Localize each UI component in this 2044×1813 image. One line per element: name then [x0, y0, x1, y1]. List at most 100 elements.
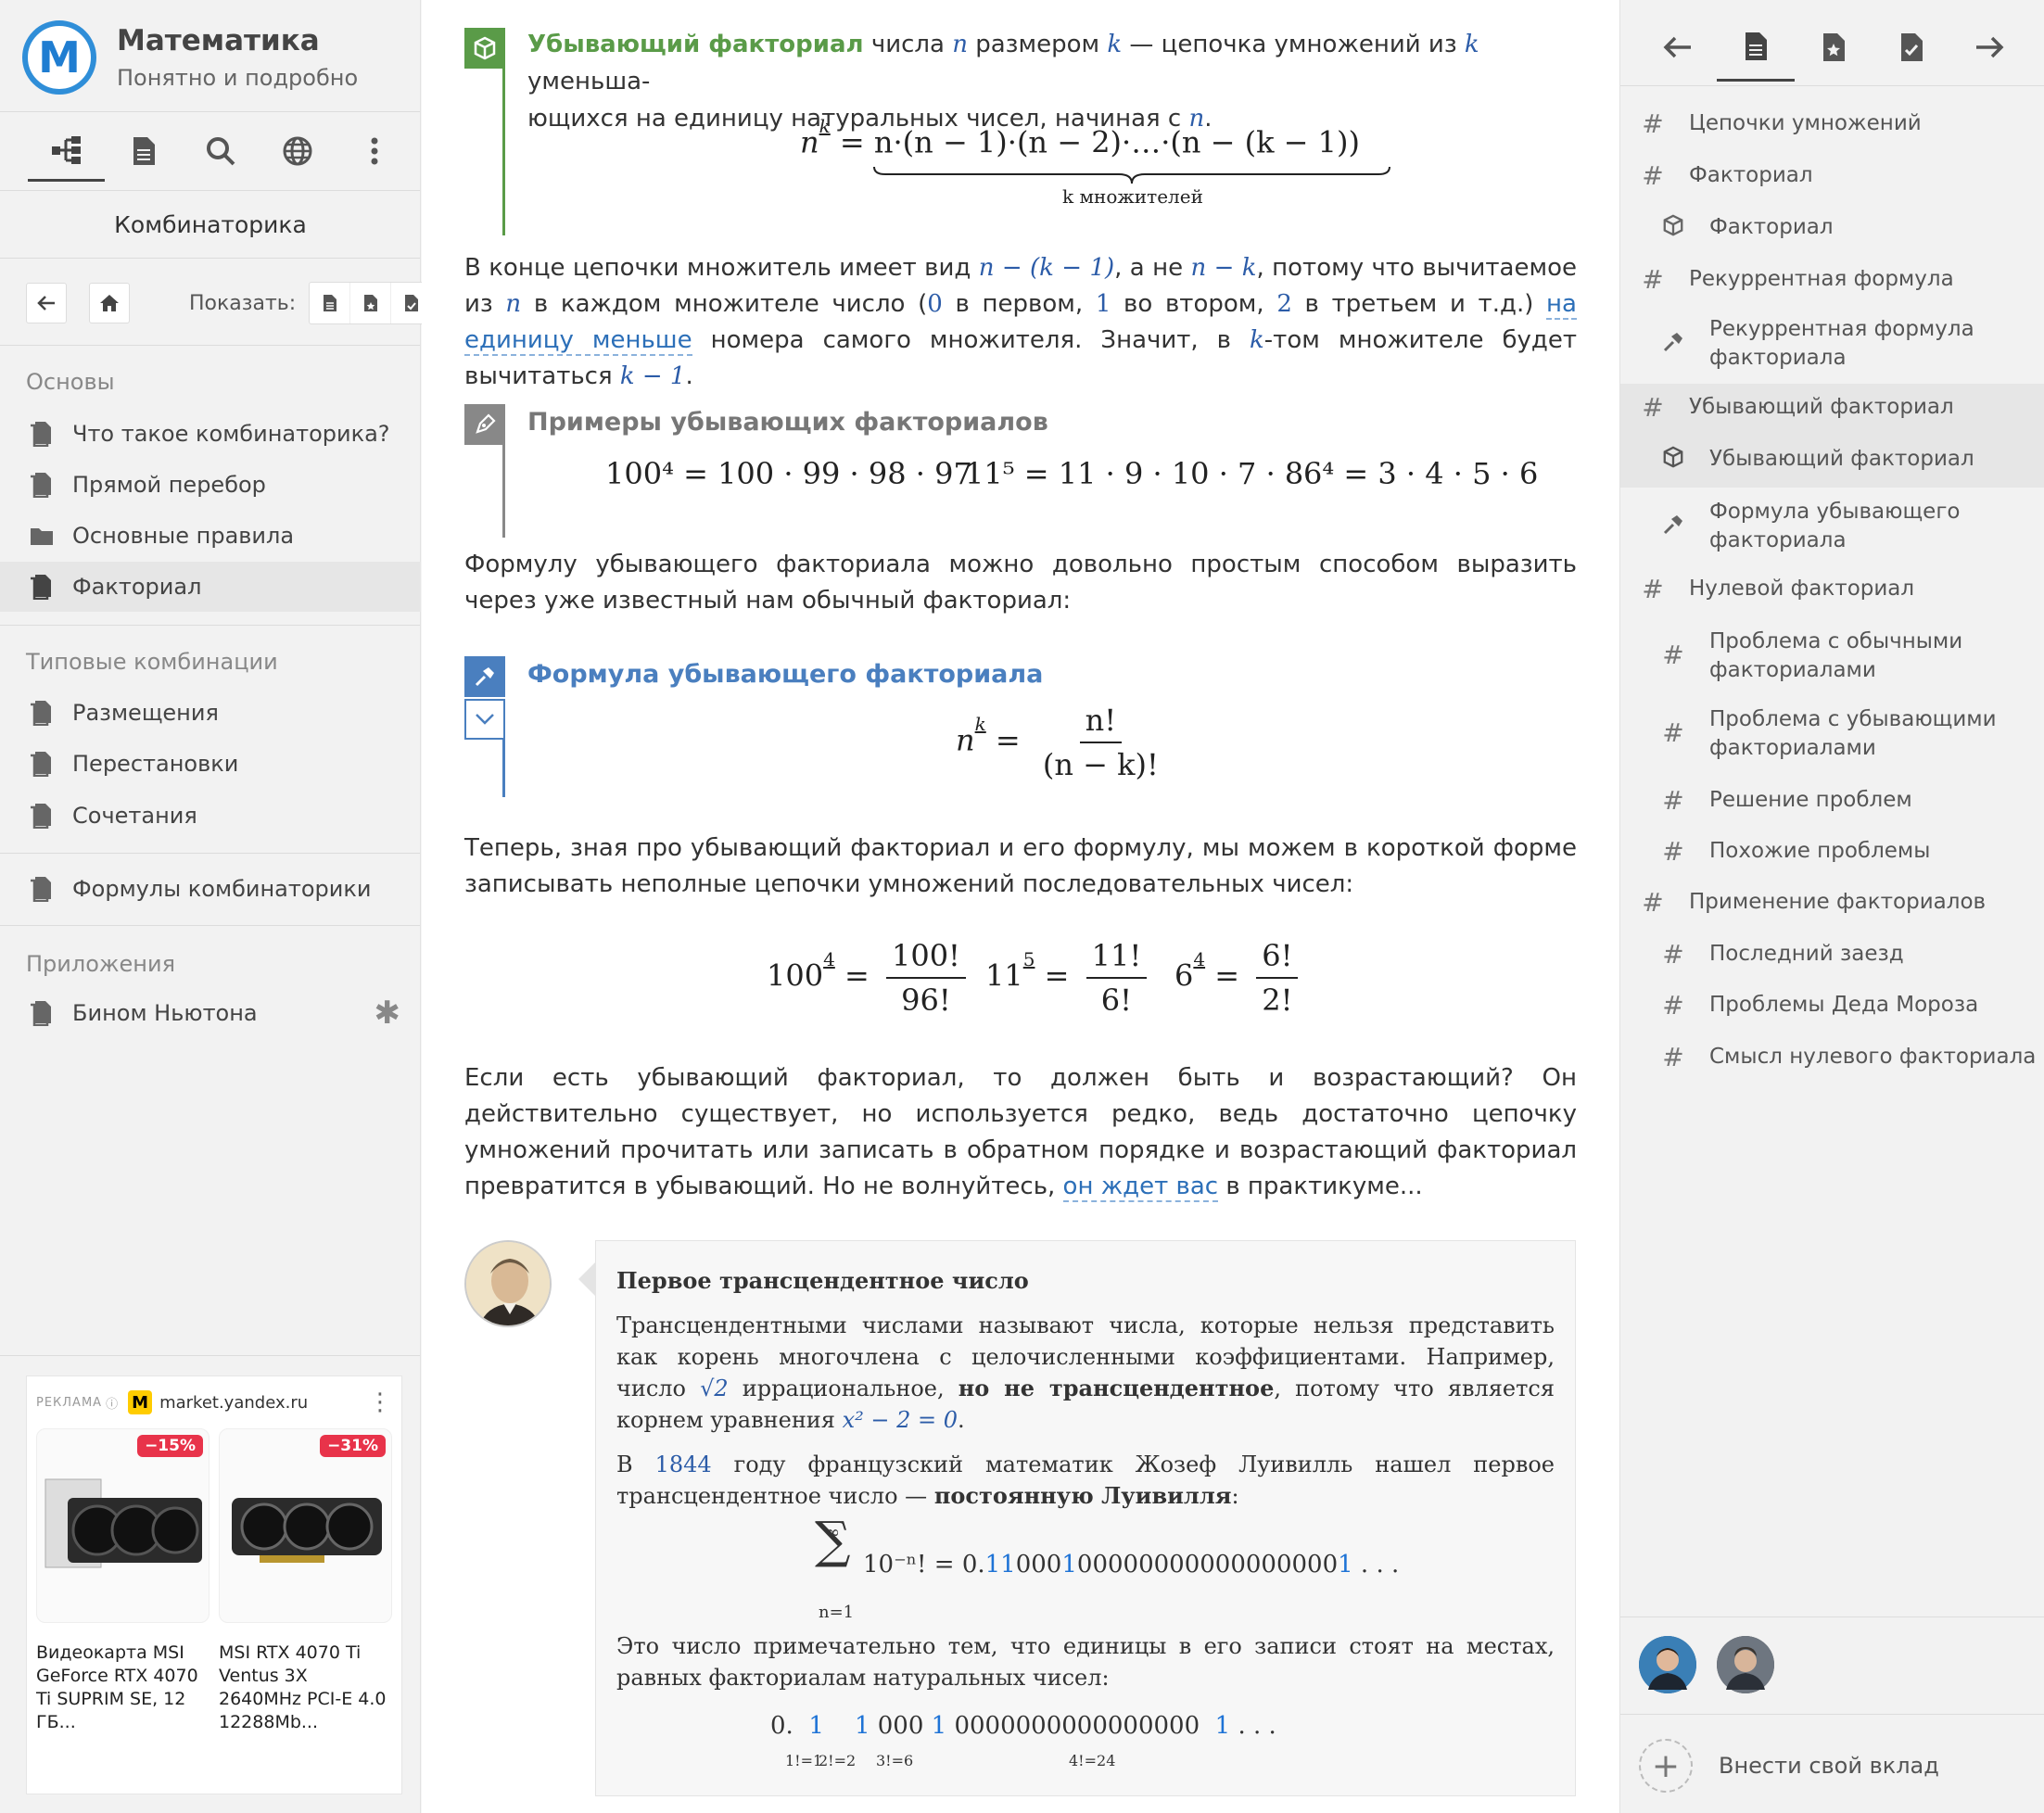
toc-item[interactable]: # Применение факториалов [1620, 888, 2044, 925]
tree-icon[interactable] [28, 120, 105, 182]
hash-icon: # [1662, 717, 1684, 748]
back-button[interactable] [26, 283, 67, 323]
group-title-prilozheniya: Приложения [26, 951, 176, 977]
section-title: Комбинаторика [114, 211, 307, 238]
ad-site[interactable]: market.yandex.ru [159, 1393, 308, 1413]
cube-icon [1659, 213, 1687, 242]
falling-factorial-fraction: nk = n! (n − k)! [956, 703, 1159, 782]
paragraph-4: Если есть убывающий факториал, то должен… [464, 1064, 1577, 1202]
examples-title: Примеры убывающих факториалов [527, 408, 1048, 437]
ad-card[interactable]: −31% MSI RTX 4070 Ti Ventus 3X 2640MHz P… [219, 1428, 392, 1734]
liouville-constant: ∞ ∑ n=1 10⁻ⁿ! = 0.1100010000000000000000… [815, 1511, 1400, 1623]
fraction-example-2: 115 = 11! 6! [985, 938, 1154, 1018]
sidebar-item-sochetaniya[interactable]: Сочетания [0, 791, 421, 841]
discount-badge: −15% [137, 1435, 203, 1457]
note-paragraph-2: В 1844 году французский математик Жозеф … [616, 1452, 1555, 1509]
pages-icon [30, 803, 54, 829]
toc-item-active[interactable]: # Убывающий факториал [1620, 384, 2044, 436]
ad-card[interactable]: −15% Видеокарта MSI GeForce RTX 4070 Ti … [36, 1428, 209, 1734]
document-icon[interactable] [1717, 13, 1795, 82]
pages-icon [30, 421, 54, 447]
toc-item[interactable]: Рекуррентная формула факториала [1620, 315, 2044, 380]
paragraph-1: В конце цепочки множитель имеет вид n − … [464, 254, 1578, 390]
sidebar-item-formuly[interactable]: Формулы комбинаторики [0, 864, 421, 914]
pages-icon [30, 574, 54, 600]
toc-item[interactable]: # Последний заезд [1620, 940, 2044, 977]
main-content: Убывающий факториал числа n размером k —… [422, 0, 1619, 1813]
group-title-tipovye: Типовые комбинации [26, 649, 278, 675]
example-3: 6⁴ = 3 · 4 · 5 · 6 [1303, 456, 1539, 491]
factorial-positions: 0. 1 1 000 1 0000000000000000 1 . . . 1!… [770, 1712, 1276, 1769]
filter-article-icon[interactable] [310, 283, 351, 323]
brand[interactable]: M Математика Понятно и подробно [22, 20, 358, 95]
left-nav [28, 120, 413, 182]
pages-icon [30, 700, 54, 726]
arrow-left-icon[interactable] [1639, 13, 1717, 82]
document-icon[interactable] [105, 120, 182, 182]
sidebar-item-direct-search[interactable]: Прямой перебор [0, 460, 421, 510]
pages-icon [30, 1000, 54, 1026]
contributors [1620, 1616, 2044, 1715]
sidebar-item-main-rules[interactable]: Основные правила [0, 511, 421, 561]
globe-icon[interactable] [259, 120, 336, 182]
pen-icon [464, 404, 505, 445]
note-title: Первое трансцендентное число [616, 1267, 1029, 1294]
avatar[interactable] [1717, 1636, 1774, 1693]
toc-item-active[interactable]: Убывающий факториал [1620, 436, 2044, 488]
avatar[interactable] [1639, 1636, 1696, 1693]
group-title-osnovy: Основы [26, 369, 115, 395]
toc-item[interactable]: # Проблемы Деда Мороза [1620, 991, 2044, 1028]
left-sidebar: M Математика Понятно и подробно Комбинат… [0, 0, 434, 1813]
toc-item[interactable]: # Нулевой факториал [1620, 575, 2044, 612]
hash-icon: # [1642, 887, 1664, 918]
toc-item[interactable]: # Цепочки умножений [1620, 109, 2044, 146]
example-1: 100⁴ = 100 · 99 · 98 · 97 [605, 456, 972, 491]
toc-item[interactable]: # Проблема с убывающими факториалами [1620, 705, 2044, 770]
toc-item[interactable]: Формула убывающего факториала [1620, 498, 2044, 563]
cube-icon [1659, 445, 1687, 474]
chevron-down-icon[interactable] [464, 699, 505, 740]
ad-block[interactable]: РЕКЛАМА ⓘ Mmarket.yandex.ru ⋮ −15% Видео… [26, 1376, 402, 1794]
falling-factorial-formula: nk = n·(n − 1)·(n − 2)·…·(n − (k − 1)) [800, 115, 1360, 160]
sidebar-item-what-is[interactable]: Что такое комбинаторика? [0, 409, 421, 459]
toc-item[interactable]: # Похожие проблемы [1620, 837, 2044, 874]
toc-item[interactable]: # Факториал [1620, 161, 2044, 198]
discount-badge: −31% [320, 1435, 386, 1457]
toc-item[interactable]: # Смысл нулевого факториала [1620, 1043, 2044, 1080]
arrow-right-icon[interactable] [1950, 13, 2028, 82]
ad-menu-icon[interactable]: ⋮ [368, 1388, 392, 1416]
toc-item[interactable]: Факториал [1620, 213, 2044, 250]
sidebar-item-factorial[interactable]: Факториал [0, 562, 421, 612]
market-logo-icon: M [128, 1390, 153, 1414]
brace-label: k множителей [1062, 185, 1203, 208]
hash-icon: # [1642, 392, 1664, 423]
toc-item[interactable]: # Решение проблем [1620, 786, 2044, 823]
sidebar-item-binom[interactable]: Бином Ньютона ✱ [0, 988, 421, 1038]
hash-icon: # [1662, 836, 1684, 867]
home-button[interactable] [89, 283, 130, 323]
toc-item[interactable]: # Проблема с обычными факториалами [1620, 628, 2044, 692]
sidebar-item-perestanovki[interactable]: Перестановки [0, 739, 421, 789]
fraction-example-3: 64 = 6! 2! [1174, 938, 1305, 1018]
document-star-icon[interactable] [1795, 13, 1873, 82]
definition-text: Убывающий факториал числа n размером k —… [527, 31, 1479, 133]
hash-icon: # [1662, 939, 1684, 970]
definition-block: Убывающий факториал числа n размером k —… [464, 26, 1577, 235]
more-vertical-icon[interactable] [336, 120, 413, 182]
formula-block: Формула убывающего факториала nk = n! (n … [464, 656, 1577, 797]
contribute-button[interactable]: + Внести свой вклад [1639, 1739, 1939, 1793]
toc-item[interactable]: # Рекуррентная формула [1620, 265, 2044, 302]
hash-icon: # [1642, 160, 1664, 191]
underbrace [873, 166, 1390, 184]
search-icon[interactable] [182, 120, 259, 182]
right-sidebar: # Цепочки умножений # Факториал Факториал … [1619, 0, 2044, 1813]
note-paragraph-1: Трансцендентными числами называют числа,… [616, 1312, 1555, 1433]
link-practicum[interactable]: он ждет вас [1062, 1173, 1219, 1202]
document-check-icon[interactable] [1873, 13, 1950, 82]
info-icon: ⓘ [106, 1397, 120, 1412]
filter-star-icon[interactable] [350, 283, 392, 323]
sidebar-item-razmeshcheniya[interactable]: Размещения [0, 688, 421, 738]
show-label: Показать: [189, 291, 297, 315]
plus-icon: + [1639, 1739, 1693, 1793]
hammer-icon [1659, 330, 1687, 359]
